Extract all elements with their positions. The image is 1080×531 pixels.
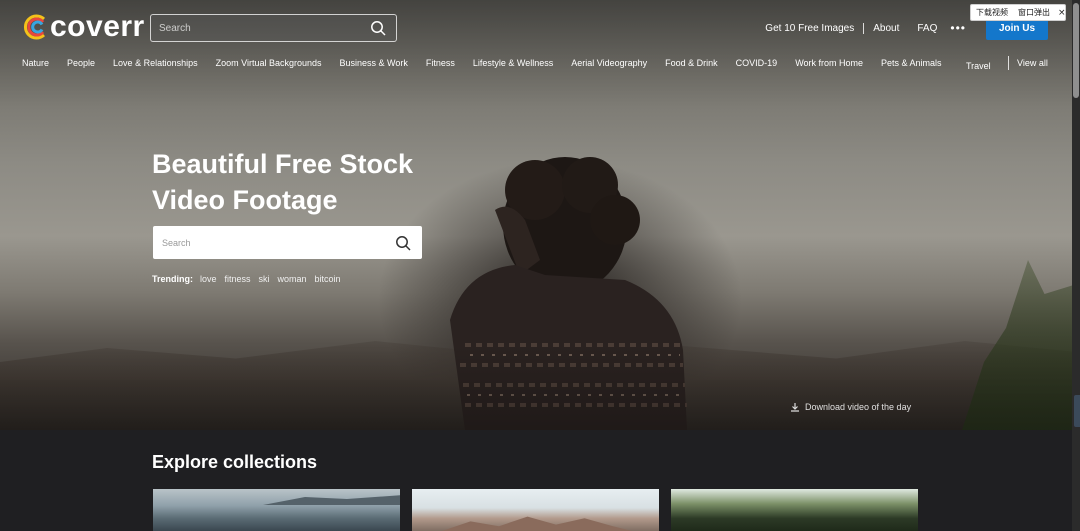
- logo[interactable]: coverr: [22, 10, 145, 44]
- category-aerial-videography[interactable]: Aerial Videography: [571, 58, 647, 68]
- card-image-shore: [263, 495, 400, 505]
- hero-title-line-1: Beautiful Free Stock: [152, 149, 414, 179]
- collection-card[interactable]: [671, 489, 918, 531]
- category-zoom-backgrounds[interactable]: Zoom Virtual Backgrounds: [216, 58, 322, 68]
- hero-search-input[interactable]: [162, 226, 382, 259]
- trending-tag-love[interactable]: love: [200, 274, 217, 284]
- more-menu-icon[interactable]: •••: [946, 21, 978, 35]
- header-search-input[interactable]: [159, 15, 359, 41]
- download-video-of-day[interactable]: Download video of the day: [790, 402, 911, 412]
- hero-search[interactable]: [153, 226, 422, 259]
- collections-section: Explore collections: [0, 430, 1072, 531]
- view-all-link[interactable]: View all: [1008, 56, 1048, 70]
- category-business-work[interactable]: Business & Work: [340, 58, 408, 68]
- category-fitness[interactable]: Fitness: [426, 58, 455, 68]
- download-video-button[interactable]: 下载视频: [971, 7, 1013, 18]
- hero-title: Beautiful Free Stock Video Footage: [152, 146, 452, 218]
- category-nature[interactable]: Nature: [22, 58, 49, 68]
- category-food-drink[interactable]: Food & Drink: [665, 58, 718, 68]
- close-icon[interactable]: ×: [1055, 8, 1069, 18]
- download-icon: [791, 403, 799, 412]
- link-faq[interactable]: FAQ: [908, 23, 946, 34]
- collection-card[interactable]: [412, 489, 659, 531]
- category-pets-animals[interactable]: Pets & Animals: [881, 58, 942, 68]
- category-travel[interactable]: Travel &: [966, 61, 991, 70]
- collections-title: Explore collections: [152, 452, 318, 472]
- search-icon[interactable]: [395, 235, 411, 251]
- window-popup-button[interactable]: 窗口弹出: [1013, 7, 1055, 18]
- download-video-label: Download video of the day: [805, 402, 912, 412]
- trending-tags: Trending: love fitness ski woman bitcoin: [152, 274, 349, 284]
- category-overflow: Travel &: [966, 56, 1004, 70]
- logo-text: coverr: [50, 10, 145, 43]
- category-work-from-home[interactable]: Work from Home: [795, 58, 863, 68]
- header-search[interactable]: [150, 14, 397, 42]
- video-popup-toolbar: 下载视频 窗口弹出 ×: [970, 4, 1066, 21]
- trending-tag-ski[interactable]: ski: [259, 274, 270, 284]
- trending-tag-woman[interactable]: woman: [278, 274, 307, 284]
- category-love-relationships[interactable]: Love & Relationships: [113, 58, 198, 68]
- trending-tag-fitness[interactable]: fitness: [225, 274, 251, 284]
- collection-card[interactable]: [153, 489, 400, 531]
- hero-title-line-2: Video Footage: [152, 185, 338, 215]
- category-lifestyle-wellness[interactable]: Lifestyle & Wellness: [473, 58, 553, 68]
- link-free-images[interactable]: Get 10 Free Images: [756, 22, 865, 34]
- scrollbar-thumb[interactable]: [1073, 3, 1079, 98]
- link-about[interactable]: About: [864, 23, 908, 34]
- logo-rainbow-icon: [24, 14, 46, 40]
- search-icon[interactable]: [370, 20, 386, 36]
- card-image-peaks: [442, 516, 632, 531]
- trending-tag-bitcoin[interactable]: bitcoin: [315, 274, 341, 284]
- category-covid-19[interactable]: COVID-19: [736, 58, 778, 68]
- category-nav: Nature People Love & Relationships Zoom …: [22, 56, 960, 70]
- trending-label: Trending:: [152, 274, 193, 284]
- side-tab[interactable]: [1074, 395, 1080, 427]
- category-people[interactable]: People: [67, 58, 95, 68]
